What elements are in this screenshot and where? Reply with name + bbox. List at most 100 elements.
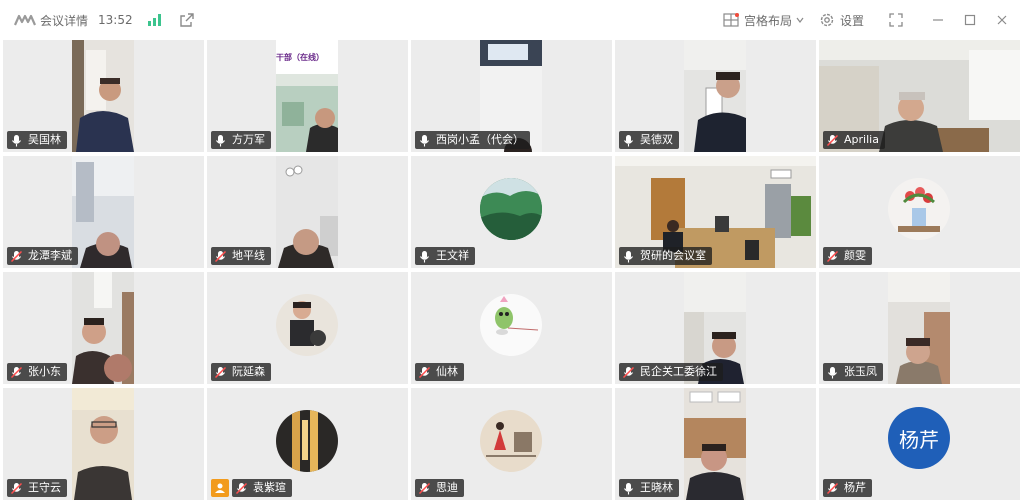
avatar [480, 178, 542, 240]
participant-name: Aprilia [844, 133, 879, 146]
avatar [888, 178, 950, 240]
name-tag: 阮延森 [211, 363, 271, 381]
participant-tile[interactable]: 张小东 [3, 272, 204, 384]
name-tag: 思迪 [415, 479, 464, 497]
share-icon[interactable] [179, 12, 195, 28]
avatar [276, 294, 338, 356]
mic-icon [420, 134, 429, 146]
mic-muted-icon [214, 250, 227, 262]
name-tag: 王晓林 [619, 479, 679, 497]
participant-tile[interactable]: 龙潭李斌 [3, 156, 204, 268]
participant-tile[interactable]: 张玉凤 [819, 272, 1020, 384]
video-feed [72, 272, 134, 384]
participant-tile[interactable]: 民企关工委徐江 [615, 272, 816, 384]
participant-tile[interactable]: 王文祥 [411, 156, 612, 268]
name-tag: 颜雯 [823, 247, 872, 265]
participant-tile[interactable]: 袁紫瑄 [207, 388, 408, 500]
name-tag: 王文祥 [415, 247, 475, 265]
participant-name: 思迪 [436, 481, 458, 494]
participant-name: 颜雯 [844, 249, 866, 262]
name-tag: 吴国林 [7, 131, 67, 149]
avatar [480, 410, 542, 472]
video-feed [72, 388, 134, 500]
video-feed [72, 156, 134, 268]
mic-muted-icon [418, 482, 431, 494]
participant-tile[interactable]: 西岗小孟（代会） [411, 40, 612, 152]
mic-icon [624, 482, 633, 494]
participant-tile[interactable]: 颜雯 [819, 156, 1020, 268]
meeting-time: 13:52 [98, 13, 133, 27]
mic-muted-icon [235, 482, 248, 494]
participant-tile[interactable]: 王守云 [3, 388, 204, 500]
mic-muted-icon [214, 366, 227, 378]
participant-tile[interactable]: 思迪 [411, 388, 612, 500]
participant-tile[interactable]: Aprilia [819, 40, 1020, 152]
video-feed [888, 272, 950, 384]
participant-tile[interactable]: 阮延森 [207, 272, 408, 384]
mic-muted-icon [10, 250, 23, 262]
name-tag: 仙林 [415, 363, 464, 381]
mic-muted-icon [418, 366, 431, 378]
name-tag: Aprilia [823, 131, 885, 149]
mic-icon [828, 366, 837, 378]
name-tag: 地平线 [211, 247, 271, 265]
mic-muted-icon [10, 482, 23, 494]
name-tag: 方万军 [211, 131, 271, 149]
name-tag: 王守云 [7, 479, 67, 497]
grid-layout-label: 宫格布局 [743, 13, 792, 28]
mic-muted-icon [10, 366, 23, 378]
video-feed [684, 388, 746, 500]
maximize-button[interactable] [954, 0, 986, 40]
participant-name: 王文祥 [436, 249, 469, 262]
signal-icon[interactable] [147, 13, 163, 27]
participant-name: 张玉凤 [844, 365, 877, 378]
participant-name: 吴国林 [28, 133, 61, 146]
participant-tile[interactable]: 地平线 [207, 156, 408, 268]
participant-tile[interactable]: 仙林 [411, 272, 612, 384]
participant-name: 王守云 [28, 481, 61, 494]
mic-icon [216, 134, 225, 146]
participant-name: 龙潭李斌 [28, 249, 72, 262]
fullscreen-button[interactable] [880, 0, 912, 40]
name-tag: 袁紫瑄 [232, 479, 292, 497]
name-tag: 杨芹 [823, 479, 872, 497]
name-tag: 张玉凤 [823, 363, 883, 381]
grid-layout-button[interactable]: 宫格布局 [723, 0, 805, 40]
mic-icon [624, 250, 633, 262]
participant-tile[interactable]: 吴德双 [615, 40, 816, 152]
host-icon [215, 483, 225, 493]
mic-icon [624, 134, 633, 146]
participant-name: 地平线 [232, 249, 265, 262]
video-feed [684, 40, 746, 152]
settings-label: 设置 [839, 13, 864, 28]
title-bar: 会议详情 13:52 宫格布局 设置 [0, 0, 1024, 40]
minimize-icon [933, 19, 943, 21]
video-feed [72, 40, 134, 152]
minimize-button[interactable] [922, 0, 954, 40]
settings-button[interactable]: 设置 [819, 0, 864, 40]
participant-name: 张小东 [28, 365, 61, 378]
participant-name: 方万军 [232, 133, 265, 146]
name-tag: 西岗小孟（代会） [415, 131, 530, 149]
video-feed [276, 156, 338, 268]
fullscreen-icon [889, 13, 903, 27]
participant-tile[interactable]: 干部（在线） 方万军 [207, 40, 408, 152]
gear-icon [820, 13, 834, 27]
participant-name: 贺研的会议室 [640, 249, 706, 262]
meeting-details-link[interactable]: 会议详情 [40, 12, 88, 29]
avatar [480, 294, 542, 356]
participant-name: 杨芹 [844, 481, 866, 494]
participant-name: 王晓林 [640, 481, 673, 494]
participant-name: 吴德双 [640, 133, 673, 146]
logo-icon [14, 14, 36, 26]
name-tag: 龙潭李斌 [7, 247, 78, 265]
participant-tile-active-speaker[interactable]: 贺研的会议室 [615, 156, 816, 268]
mic-icon [420, 250, 429, 262]
participant-tile[interactable]: 杨芹 杨芹 [819, 388, 1020, 500]
avatar [276, 410, 338, 472]
participant-tile[interactable]: 吴国林 [3, 40, 204, 152]
close-button[interactable] [986, 0, 1018, 40]
participant-tile[interactable]: 王晓林 [615, 388, 816, 500]
banner-text: 干部（在线） [276, 53, 324, 62]
participant-grid: 吴国林 干部（在线） 方万军 西岗小孟（代会） 吴德双 Aprilia 龙潭李斌… [3, 40, 1021, 503]
